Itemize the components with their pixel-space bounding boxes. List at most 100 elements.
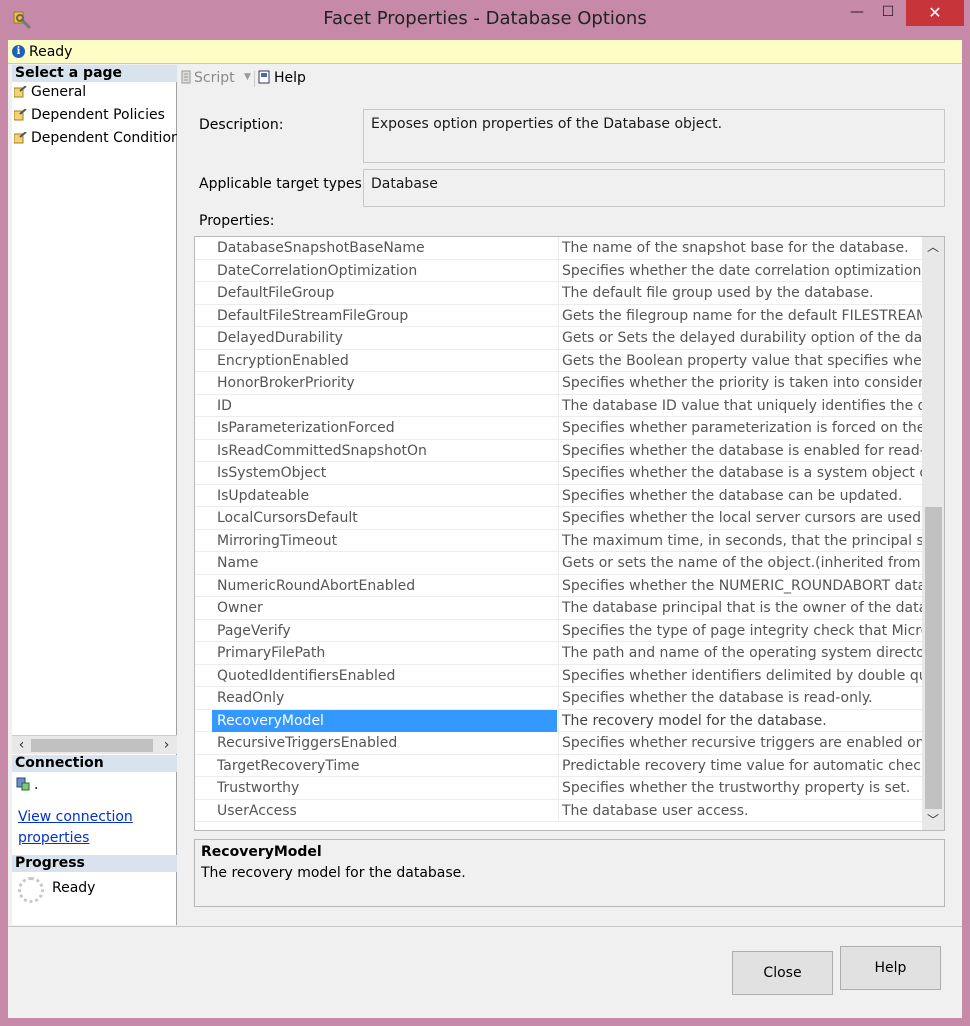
- hscroll-thumb[interactable]: [31, 739, 153, 752]
- property-name: LocalCursorsDefault: [195, 507, 559, 529]
- property-row[interactable]: DefaultFileStreamFileGroup Gets the fileg…: [195, 304, 922, 327]
- property-row[interactable]: TargetRecoveryTime Predictable recovery t…: [195, 754, 922, 777]
- scroll-down-arrow-icon[interactable]: ﹀: [922, 811, 944, 829]
- property-name: Name: [195, 552, 559, 574]
- title-bar[interactable]: Facet Properties - Database Options — ☐ …: [0, 0, 970, 40]
- wrench-page-icon: [14, 109, 27, 121]
- property-row[interactable]: DefaultFileGroup The default file group u…: [195, 282, 922, 305]
- vscroll-thumb[interactable]: [925, 507, 942, 809]
- dialog-client: i Ready Select a page General Dependent …: [8, 40, 962, 1018]
- property-row[interactable]: Name Gets or sets the name of the object.…: [195, 552, 922, 575]
- scroll-right-arrow-icon[interactable]: ›: [158, 737, 175, 754]
- progress-header: Progress: [12, 855, 177, 872]
- property-description: Specifies whether the date correlation o…: [562, 262, 922, 279]
- property-description: The recovery model for the database.: [562, 712, 827, 729]
- property-description: Specifies whether the priority is taken …: [562, 375, 922, 391]
- property-row[interactable]: UserAccess The database user access.: [195, 799, 922, 822]
- property-description: Specifies whether the NUMERIC_ROUNDABORT…: [562, 577, 922, 594]
- property-description: Specifies whether the database is read-o…: [562, 690, 873, 706]
- property-row[interactable]: DelayedDurability Gets or Sets the delaye…: [195, 327, 922, 350]
- property-name: IsReadCommittedSnapshotOn: [195, 439, 559, 462]
- property-row[interactable]: ReadOnly Specifies whether the database i…: [195, 687, 922, 710]
- view-connection-properties-link[interactable]: View connection: [18, 809, 133, 825]
- property-description: Specifies whether recursive triggers are…: [562, 735, 922, 751]
- page-list-hscrollbar[interactable]: ‹ ›: [12, 735, 177, 754]
- property-name: DefaultFileStreamFileGroup: [195, 304, 559, 327]
- target-types-field: Database: [363, 169, 945, 207]
- property-row[interactable]: QuotedIdentifiersEnabled Specifies whethe…: [195, 664, 922, 687]
- properties-grid[interactable]: DatabaseSnapshotBaseName The name of the …: [194, 236, 945, 831]
- property-row[interactable]: IsUpdateable Specifies whether the databa…: [195, 484, 922, 507]
- property-name: UserAccess: [195, 799, 559, 822]
- help-toolbar-button[interactable]: Help: [258, 70, 306, 86]
- minimize-button[interactable]: —: [842, 4, 872, 30]
- close-window-button[interactable]: ✕: [906, 0, 964, 26]
- select-page-header: Select a page: [12, 65, 177, 82]
- property-description: Specifies whether the local server curso…: [562, 510, 922, 526]
- page-item-label: General: [31, 84, 87, 100]
- property-row[interactable]: Owner The database principal that is the …: [195, 597, 922, 620]
- property-row[interactable]: IsReadCommittedSnapshotOn Specifies wheth…: [195, 439, 922, 462]
- property-name: QuotedIdentifiersEnabled: [195, 664, 559, 687]
- property-description: Specifies whether the database is enable…: [562, 442, 922, 459]
- properties-label: Properties:: [199, 213, 275, 229]
- left-pane: Select a page General Dependent Policies…: [12, 65, 177, 925]
- property-row[interactable]: LocalCursorsDefault Specifies whether the…: [195, 507, 922, 530]
- property-row[interactable]: HonorBrokerPriority Specifies whether the…: [195, 372, 922, 395]
- property-row-selected[interactable]: RecoveryModel The recovery model for the …: [195, 709, 922, 732]
- property-description: Specifies the type of page integrity che…: [562, 622, 922, 639]
- property-row[interactable]: DateCorrelationOptimization Specifies whe…: [195, 259, 922, 282]
- help-button[interactable]: Help: [840, 946, 941, 990]
- property-name: PrimaryFilePath: [195, 642, 559, 664]
- property-name: RecoveryModel: [195, 709, 559, 732]
- close-button[interactable]: Close: [732, 951, 833, 995]
- property-row[interactable]: NumericRoundAbortEnabled Specifies whethe…: [195, 574, 922, 597]
- maximize-button[interactable]: ☐: [873, 4, 903, 30]
- page-item-dependent-conditions[interactable]: Dependent Conditions: [12, 127, 177, 149]
- property-row[interactable]: ID The database ID value that uniquely id…: [195, 394, 922, 417]
- description-label: Description:: [199, 117, 284, 133]
- property-name: DatabaseSnapshotBaseName: [195, 237, 559, 259]
- property-description: Specifies whether the trustworthy proper…: [562, 780, 911, 796]
- chevron-down-icon[interactable]: ▼: [244, 72, 251, 82]
- scroll-up-arrow-icon[interactable]: ︿: [922, 238, 944, 256]
- selected-property-title: RecoveryModel: [201, 844, 322, 860]
- view-connection-properties-link-2[interactable]: properties: [18, 830, 89, 846]
- property-name: ID: [195, 394, 559, 417]
- script-button[interactable]: Script: [180, 70, 235, 86]
- property-name: TargetRecoveryTime: [195, 754, 559, 777]
- property-row[interactable]: PrimaryFilePath The path and name of the …: [195, 642, 922, 665]
- property-name: IsSystemObject: [195, 462, 559, 484]
- property-row[interactable]: PageVerify Specifies the type of page int…: [195, 619, 922, 642]
- property-description: The path and name of the operating syste…: [562, 645, 922, 661]
- property-row[interactable]: RecursiveTriggersEnabled Specifies whethe…: [195, 732, 922, 755]
- page-item-dependent-policies[interactable]: Dependent Policies: [12, 104, 177, 126]
- property-row[interactable]: DatabaseSnapshotBaseName The name of the …: [195, 237, 922, 260]
- scroll-left-arrow-icon[interactable]: ‹: [13, 737, 30, 754]
- property-row[interactable]: EncryptionEnabled Gets the Boolean proper…: [195, 349, 922, 372]
- properties-vscrollbar[interactable]: ︿ ﹀: [922, 237, 944, 830]
- page-item-general[interactable]: General: [12, 81, 177, 103]
- property-name: IsParameterizationForced: [195, 417, 559, 439]
- property-name: PageVerify: [195, 619, 559, 642]
- wrench-page-icon: [14, 132, 27, 144]
- dialog-window: Facet Properties - Database Options — ☐ …: [0, 0, 970, 1026]
- property-row[interactable]: IsParameterizationForced Specifies whethe…: [195, 417, 922, 440]
- property-description-panel: RecoveryModel The recovery model for the…: [194, 839, 945, 907]
- property-row[interactable]: MirroringTimeout The maximum time, in sec…: [195, 529, 922, 552]
- toolbar: Script ▼ Help: [178, 65, 962, 93]
- property-description: Specifies whether the database is a syst…: [562, 465, 922, 481]
- property-row[interactable]: Trustworthy Specifies whether the trustwo…: [195, 777, 922, 800]
- property-description: Gets the Boolean property value that spe…: [562, 352, 922, 369]
- property-description: Specifies whether identifiers delimited …: [562, 667, 922, 684]
- property-description: The database ID value that uniquely iden…: [562, 397, 922, 414]
- property-description: Gets or sets the name of the object.(inh…: [562, 555, 922, 571]
- property-name: DelayedDurability: [195, 327, 559, 349]
- property-description: Gets the filegroup name for the default …: [562, 307, 922, 324]
- property-description: Specifies whether the database can be up…: [562, 487, 903, 504]
- script-label: Script: [194, 70, 235, 86]
- connection-header: Connection: [12, 755, 177, 772]
- button-bar: Close Help: [8, 926, 962, 1018]
- property-row[interactable]: IsSystemObject Specifies whether the data…: [195, 462, 922, 485]
- property-description: The database principal that is the owner…: [562, 600, 922, 616]
